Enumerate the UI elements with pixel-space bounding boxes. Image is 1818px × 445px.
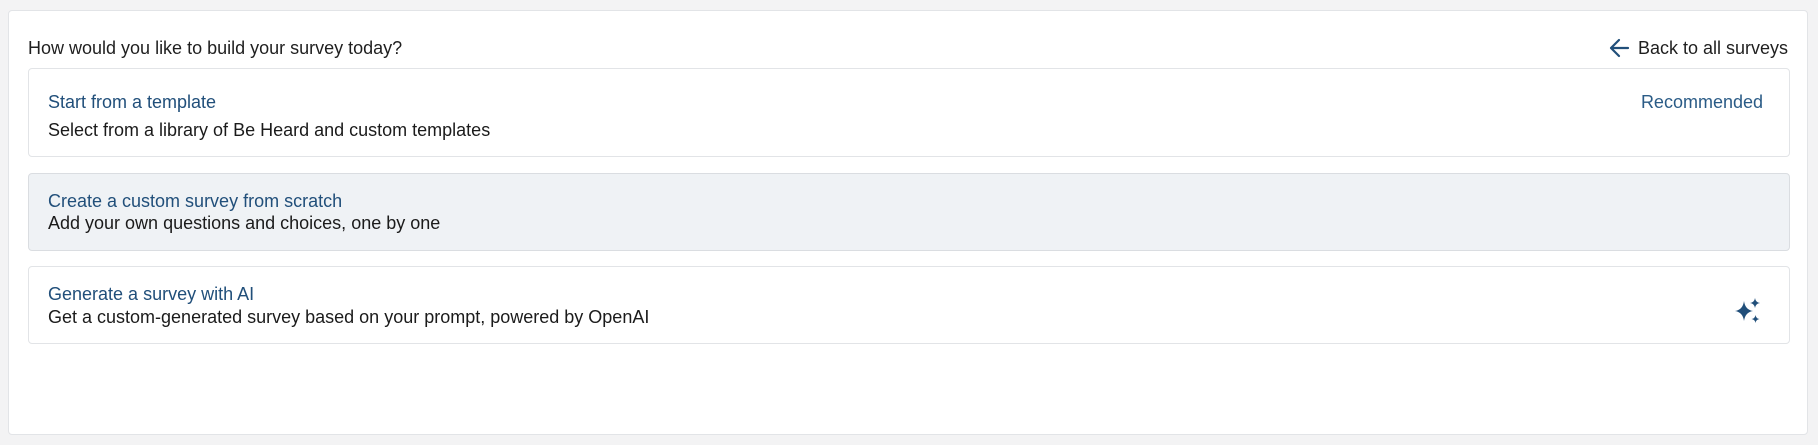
option-description: Add your own questions and choices, one … (48, 213, 441, 233)
option-title: Start from a template (48, 92, 217, 112)
survey-builder-panel: How would you like to build your survey … (8, 10, 1808, 435)
option-generate-with-ai[interactable]: Generate a survey with AI Get a custom-g… (28, 266, 1790, 344)
option-title: Create a custom survey from scratch (48, 191, 343, 211)
option-description: Select from a library of Be Heard and cu… (48, 120, 491, 140)
option-start-from-template[interactable]: Start from a template Select from a libr… (28, 68, 1790, 157)
recommended-badge: Recommended (1640, 92, 1763, 112)
option-description: Get a custom-generated survey based on y… (48, 307, 650, 327)
option-custom-from-scratch[interactable]: Create a custom survey from scratch Add … (28, 173, 1790, 251)
back-to-all-surveys-link[interactable]: Back to all surveys (1608, 37, 1788, 59)
option-title: Generate a survey with AI (48, 284, 255, 304)
page-question: How would you like to build your survey … (28, 37, 403, 58)
sparkles-icon (1733, 297, 1763, 332)
arrow-left-icon (1608, 37, 1630, 59)
panel-header: How would you like to build your survey … (28, 33, 1788, 63)
back-link-label: Back to all surveys (1637, 37, 1788, 58)
